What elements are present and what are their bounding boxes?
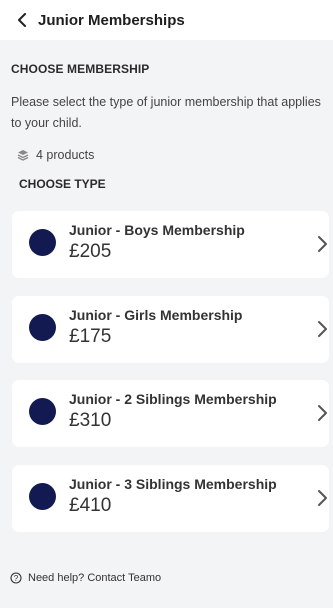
membership-price: £175 [69,326,112,347]
svg-text:?: ? [14,574,19,583]
membership-dot-icon [29,314,56,341]
top-bar: Junior Memberships [0,0,333,40]
membership-dot-icon [29,483,56,510]
help-text: Need help? Contact Teamo [28,572,162,584]
product-count-label: 4 products [36,148,95,162]
membership-card-2-siblings[interactable]: Junior - 2 Siblings Membership £310 [12,380,329,447]
page-title: Junior Memberships [38,11,185,29]
back-button[interactable] [12,9,34,31]
membership-price: £310 [69,410,112,431]
membership-dot-icon [29,229,56,256]
membership-name: Junior - 2 Siblings Membership [69,391,277,407]
membership-card-3-siblings[interactable]: Junior - 3 Siblings Membership £410 [12,465,329,532]
membership-name: Junior - Girls Membership [69,307,243,323]
choose-type-label: CHOOSE TYPE [19,177,106,191]
chevron-right-icon [318,321,327,337]
layers-icon [17,150,29,161]
membership-price: £205 [69,241,112,262]
help-circle-icon: ? [10,572,22,584]
section-description: Please select the type of junior members… [11,95,321,130]
membership-name: Junior - 3 Siblings Membership [69,476,277,492]
product-count: 4 products [17,148,94,162]
membership-price: £410 [69,495,112,516]
chevron-right-icon [318,405,327,421]
membership-card-girls[interactable]: Junior - Girls Membership £175 [12,296,329,363]
chevron-right-icon [318,236,327,252]
chevron-right-icon [318,490,327,506]
membership-dot-icon [29,398,56,425]
back-arrow-icon [18,13,26,27]
section-title: CHOOSE MEMBERSHIP [11,62,150,76]
help-link[interactable]: ? Need help? Contact Teamo [10,572,161,584]
membership-card-boys[interactable]: Junior - Boys Membership £205 [12,211,329,278]
membership-name: Junior - Boys Membership [69,222,245,238]
